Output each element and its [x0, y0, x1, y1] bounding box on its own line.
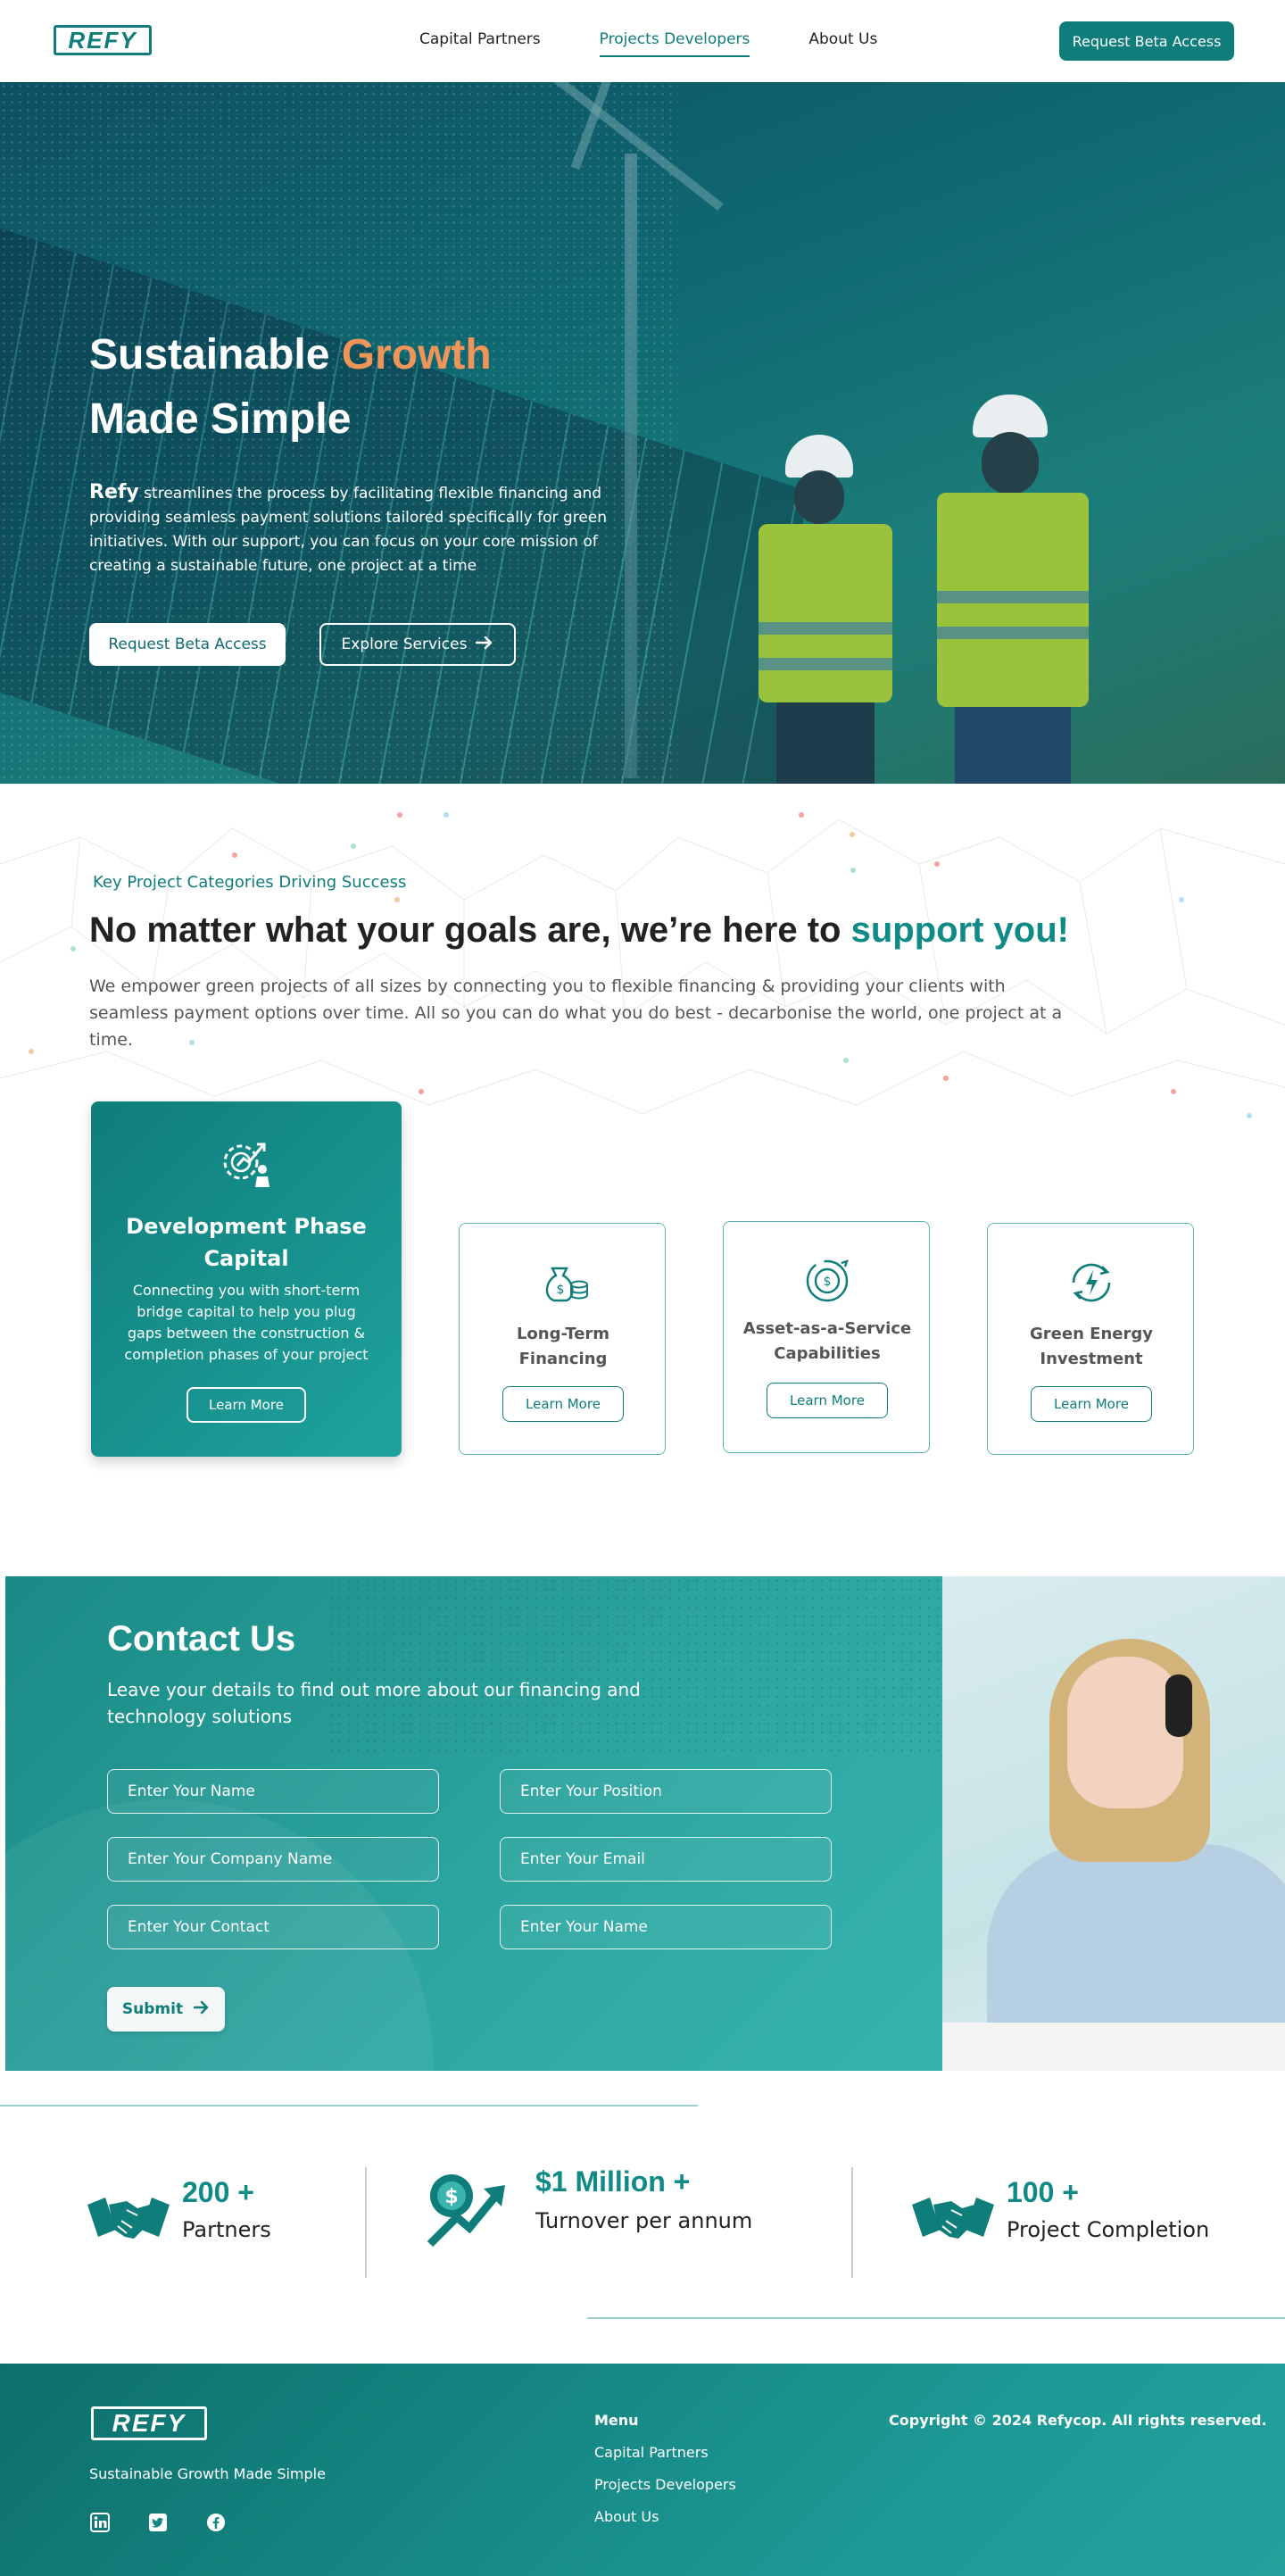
name-field[interactable] [107, 1769, 439, 1814]
stat-divider [365, 2167, 367, 2278]
category-card-green-energy-investment[interactable]: Green Energy Investment Learn More [987, 1223, 1194, 1455]
email-field[interactable] [500, 1837, 832, 1882]
hero-description-text: streamlines the process by facilitating … [89, 485, 608, 575]
card-title: Green Energy Investment [1030, 1325, 1153, 1368]
card-description: Connecting you with short-term bridge ca… [124, 1282, 369, 1363]
handshake-icon [912, 2198, 994, 2239]
dollar-growth-icon: $ [427, 2174, 505, 2248]
position-field[interactable] [500, 1769, 832, 1814]
second-name-field[interactable] [500, 1905, 832, 1949]
hero-title-accent: Growth [341, 331, 492, 378]
nav-link-projects-developers[interactable]: Projects Developers [599, 30, 750, 57]
hero-request-beta-button[interactable]: Request Beta Access [89, 623, 286, 666]
contact-section: Contact Us Leave your details to find ou… [5, 1576, 942, 2071]
category-card-development-phase-capital[interactable]: Development Phase Capital Connecting you… [91, 1101, 402, 1457]
footer-logo[interactable]: REFY [91, 2406, 207, 2440]
svg-text:$: $ [557, 1283, 565, 1297]
support-agent-image [942, 1576, 1285, 2071]
footer-link-about-us[interactable]: About Us [594, 2508, 659, 2525]
footer: REFY Sustainable Growth Made Simple Menu… [0, 2364, 1285, 2576]
learn-more-button[interactable]: Learn More [502, 1386, 624, 1422]
stat-label: Project Completion [1007, 2217, 1210, 2242]
stat-label: Partners [182, 2217, 271, 2242]
main-menu: Capital Partners Projects Developers Abo… [419, 30, 877, 57]
copyright-text: Copyright © 2024 Refycop. All rights res… [889, 2412, 1267, 2429]
learn-more-button[interactable]: Learn More [187, 1387, 306, 1423]
network-background [0, 812, 1285, 1118]
stat-value: $1 Million + [535, 2165, 691, 2198]
refy-logo[interactable]: REFY [54, 25, 152, 55]
contact-description: Leave your details to find out more abou… [107, 1679, 641, 1727]
gear-growth-icon [223, 1143, 269, 1187]
footer-link-projects-developers[interactable]: Projects Developers [594, 2476, 736, 2493]
section-description: We empower green projects of all sizes b… [89, 976, 1063, 1050]
submit-button[interactable]: Submit [107, 1987, 225, 2032]
section-title-main: No matter what your goals are, we’re her… [89, 910, 851, 950]
twitter-icon[interactable] [147, 2512, 169, 2533]
learn-more-button[interactable]: Learn More [767, 1383, 888, 1418]
worker-image [741, 435, 901, 784]
company-name-field[interactable] [107, 1837, 439, 1882]
card-title: Long-Term Financing [516, 1325, 610, 1368]
section-eyebrow: Key Project Categories Driving Success [93, 873, 407, 892]
top-nav: REFY Capital Partners Projects Developer… [0, 0, 1285, 82]
hero-title-part2: Made Simple [89, 395, 352, 443]
submit-label: Submit [121, 2000, 184, 2018]
stat-label: Turnover per annum [535, 2208, 753, 2233]
category-card-asset-as-a-service[interactable]: $ Asset-as-a-Service Capabilities Learn … [723, 1221, 930, 1453]
divider-line [587, 2317, 1285, 2319]
stats-section: 200 + Partners $ $1 Million + Turnover p… [0, 2071, 1285, 2365]
explore-services-label: Explore Services [341, 636, 468, 653]
money-bag-coins-icon: $ [545, 1267, 588, 1302]
explore-services-button[interactable]: Explore Services [319, 623, 516, 666]
hero-section: Sustainable Growth Made Simple Refy stre… [0, 82, 1285, 784]
footer-tagline: Sustainable Growth Made Simple [89, 2465, 326, 2482]
stat-divider [851, 2167, 853, 2278]
stat-value: 200 + [182, 2176, 254, 2208]
dollar-cycle-icon: $ [806, 1259, 849, 1302]
stat-value: 100 + [1007, 2176, 1079, 2208]
learn-more-button[interactable]: Learn More [1031, 1386, 1152, 1422]
contact-title: Contact Us [107, 1619, 296, 1658]
energy-cycle-icon [1072, 1263, 1111, 1302]
handshake-icon [87, 2198, 170, 2239]
contact-field[interactable] [107, 1905, 439, 1949]
facebook-icon[interactable] [205, 2512, 227, 2533]
section-title-accent: support you! [850, 910, 1069, 950]
linkedin-icon[interactable] [89, 2512, 111, 2533]
hero-brand-word: Refy [89, 481, 139, 503]
hero-description: Refy streamlines the process by facilita… [89, 480, 642, 578]
arrow-right-icon [193, 2000, 210, 2019]
request-beta-access-button[interactable]: Request Beta Access [1059, 21, 1234, 61]
nav-link-capital-partners[interactable]: Capital Partners [419, 30, 541, 57]
footer-link-capital-partners[interactable]: Capital Partners [594, 2444, 709, 2461]
svg-text:$: $ [824, 1275, 832, 1289]
worker-image [919, 395, 1098, 784]
section-title: No matter what your goals are, we’re her… [89, 910, 1069, 951]
hero-title-part1: Sustainable [89, 331, 342, 378]
footer-menu-title: Menu [594, 2412, 639, 2429]
divider-line [0, 2105, 698, 2107]
project-categories-section: Key Project Categories Driving Success N… [0, 784, 1285, 1516]
nav-link-about-us[interactable]: About Us [808, 30, 877, 57]
wind-turbine-image [625, 154, 637, 778]
hero-title: Sustainable Growth Made Simple [89, 323, 492, 452]
card-title: Asset-as-a-Service Capabilities [742, 1319, 912, 1363]
category-card-long-term-financing[interactable]: $ Long-Term Financing Learn More [459, 1223, 666, 1455]
card-title: Development Phase Capital [126, 1214, 367, 1271]
arrow-right-icon [476, 636, 493, 654]
svg-text:$: $ [444, 2186, 458, 2208]
